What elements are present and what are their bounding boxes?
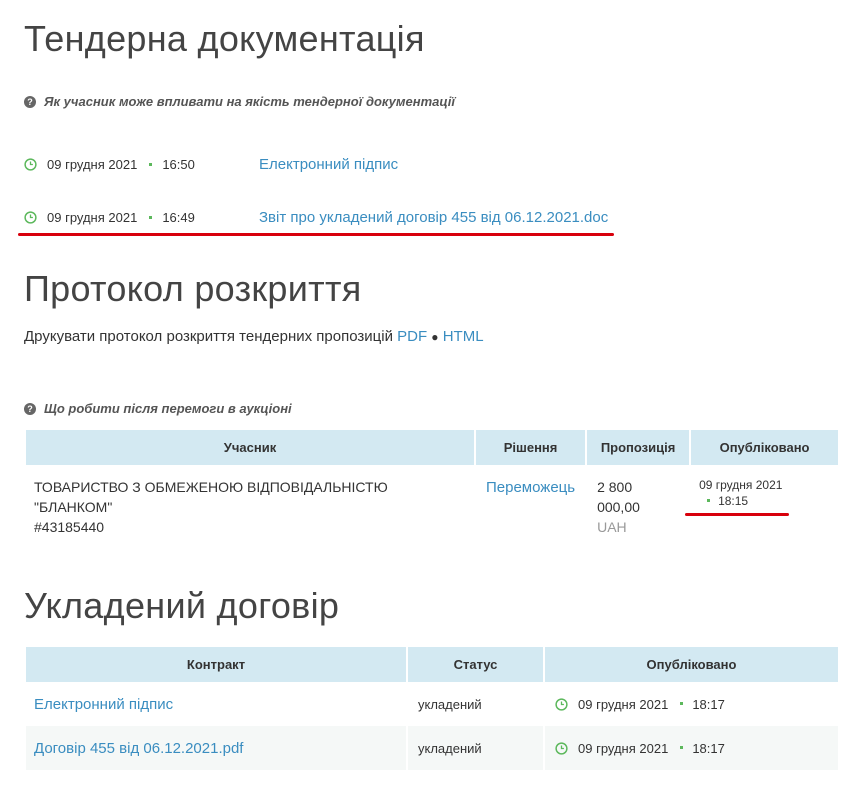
contract-link[interactable]: Договір 455 від 06.12.2021.pdf — [34, 740, 243, 757]
print-protocol-label: Друкувати протокол розкриття тендерних п… — [24, 328, 393, 345]
contract-published-cell: 09 грудня 2021 18:17 — [544, 682, 838, 726]
contract-table: Контракт Статус Опубліковано Електронний… — [26, 647, 838, 770]
participant-name-line2: "БЛАНКОМ" — [34, 499, 113, 515]
clock-icon — [555, 741, 568, 755]
doc-date: 09 грудня 2021 — [47, 156, 138, 172]
col-header-decision: Рішення — [475, 430, 588, 465]
offer-amount-line2: 000,00 — [597, 499, 640, 515]
contract-published-cell: 09 грудня 2021 18:17 — [544, 726, 838, 770]
winner-link[interactable]: Переможець — [486, 479, 575, 496]
separator-dot — [707, 498, 711, 502]
contract-status: укладений — [407, 682, 545, 726]
contract-date: 09 грудня 2021 — [578, 740, 669, 756]
offer-cell: 2 800 000,00 UAH — [586, 465, 692, 549]
participants-table: Учасник Рішення Пропозиція Опубліковано … — [26, 430, 838, 549]
tender-docs-help[interactable]: ? Як учасник може впливати на якість тен… — [24, 94, 455, 109]
annotation-underline — [18, 233, 614, 236]
table-row: ТОВАРИСТВО З ОБМЕЖЕНОЮ ВІДПОВІДАЛЬНІСТЮ … — [26, 465, 838, 549]
doc-link[interactable]: Звіт про укладений договір 455 від 06.12… — [259, 209, 608, 226]
col-header-contract: Контракт — [26, 647, 408, 682]
participant-cell: ТОВАРИСТВО З ОБМЕЖЕНОЮ ВІДПОВІДАЛЬНІСТЮ … — [26, 465, 476, 549]
contract-status: укладений — [407, 726, 545, 770]
annotation-underline — [685, 513, 789, 516]
published-cell: 09 грудня 2021 18:15 — [690, 465, 838, 549]
contract-name-cell: Договір 455 від 06.12.2021.pdf — [26, 726, 408, 770]
question-circle-icon: ? — [24, 402, 36, 415]
protocol-title: Протокол розкриття — [24, 268, 362, 309]
doc-item: 09 грудня 2021 16:50 Електронний підпис — [24, 154, 624, 174]
contract-date: 09 грудня 2021 — [578, 696, 669, 712]
after-win-help[interactable]: ? Що робити після перемоги в аукціоні — [24, 401, 292, 416]
pdf-link[interactable]: PDF — [397, 328, 427, 345]
doc-item: 09 грудня 2021 16:49 Звіт про укладений … — [24, 207, 624, 227]
clock-icon — [24, 210, 37, 224]
doc-time: 16:50 — [162, 156, 195, 172]
contract-title: Укладений договір — [24, 585, 340, 626]
col-header-published: Опубліковано — [690, 430, 838, 465]
tender-docs-title: Тендерна документація — [24, 18, 425, 59]
separator-dot — [680, 702, 684, 706]
separator-dot — [149, 215, 153, 219]
participant-code: #43185440 — [34, 519, 105, 535]
offer-amount-line1: 2 800 — [597, 479, 633, 495]
published-date: 09 грудня 2021 — [699, 478, 783, 492]
separator-dot — [680, 746, 684, 750]
question-circle-icon: ? — [24, 95, 36, 108]
contract-time: 18:17 — [692, 740, 725, 756]
html-link[interactable]: HTML — [443, 328, 484, 345]
published-time: 18:15 — [718, 494, 749, 508]
doc-time: 16:49 — [162, 209, 195, 225]
decision-cell: Переможець — [475, 465, 588, 549]
offer-currency: UAH — [597, 519, 627, 535]
table-row: Електронний підпис укладений 09 грудня 2… — [26, 682, 838, 726]
doc-link[interactable]: Електронний підпис — [259, 156, 398, 173]
format-separator: ● — [431, 330, 439, 344]
table-row: Договір 455 від 06.12.2021.pdf укладений… — [26, 726, 838, 770]
col-header-status: Статус — [407, 647, 545, 682]
participant-name-line1: ТОВАРИСТВО З ОБМЕЖЕНОЮ ВІДПОВІДАЛЬНІСТЮ — [34, 479, 388, 495]
doc-date: 09 грудня 2021 — [47, 209, 138, 225]
col-header-offer: Пропозиція — [586, 430, 692, 465]
col-header-participant: Учасник — [26, 430, 476, 465]
clock-icon — [555, 697, 568, 711]
col-header-published: Опубліковано — [544, 647, 838, 682]
contract-name-cell: Електронний підпис — [26, 682, 408, 726]
contract-link[interactable]: Електронний підпис — [34, 696, 173, 713]
contract-time: 18:17 — [692, 696, 725, 712]
separator-dot — [149, 162, 153, 166]
after-win-help-label[interactable]: Що робити після перемоги в аукціоні — [44, 401, 292, 416]
print-protocol: Друкувати протокол розкриття тендерних п… — [24, 328, 484, 345]
clock-icon — [24, 157, 37, 171]
tender-docs-help-label[interactable]: Як учасник може впливати на якість тенде… — [44, 94, 455, 109]
